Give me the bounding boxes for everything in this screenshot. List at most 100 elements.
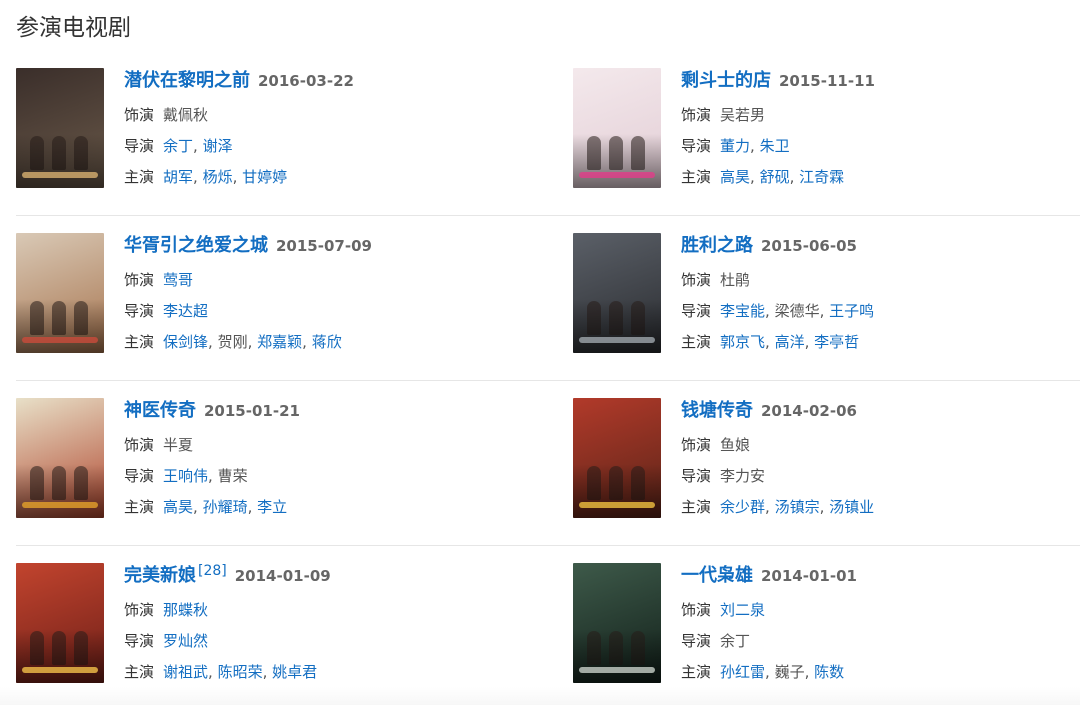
- release-date: 2015-06-05: [761, 237, 857, 255]
- person-link[interactable]: 郭京飞: [720, 333, 765, 351]
- series-poster[interactable]: [573, 398, 661, 518]
- person-link[interactable]: 谢泽: [203, 137, 233, 155]
- person-link[interactable]: 甘婷婷: [242, 168, 287, 186]
- person-link[interactable]: 孙耀琦: [203, 498, 248, 516]
- series-info: 钱塘传奇 2014-02-06 饰演 鱼娘 导演 李力安 主演 余少群, 汤镇宗, 汤镇业: [681, 398, 874, 523]
- role-line: 饰演 半夏: [124, 430, 300, 461]
- person-link[interactable]: 陈数: [814, 663, 844, 681]
- person-link[interactable]: 刘二泉: [720, 601, 765, 619]
- person-link[interactable]: 杨烁: [203, 168, 233, 186]
- series-item: 胜利之路 2015-06-05 饰演 杜鹃 导演 李宝能, 梁德华, 王子鸣 主演 郭京飞, …: [573, 233, 1080, 353]
- role-label: 饰演: [124, 601, 155, 619]
- series-poster[interactable]: [16, 563, 104, 683]
- series-info: 剩斗士的店 2015-11-11 饰演 吴若男 导演 董力, 朱卫 主演 高昊, 舒砚, 江奇…: [681, 68, 875, 193]
- poster-shade: [573, 299, 661, 353]
- poster-title-band: [22, 502, 98, 508]
- director-label: 导演: [124, 137, 155, 155]
- person-link[interactable]: 郑嘉颖: [257, 333, 302, 351]
- director-label: 导演: [124, 302, 155, 320]
- name-separator: ,: [302, 333, 312, 351]
- series-item: 完美新娘 [28] 2014-01-09 饰演 那蝶秋 导演 罗灿然 主演 谢祖武, 陈昭荣, …: [16, 563, 536, 683]
- person-link[interactable]: 余丁: [163, 137, 193, 155]
- poster-title-band: [22, 337, 98, 343]
- starring-line: 主演 郭京飞, 高洋, 李亭哲: [681, 327, 874, 358]
- name-separator: ,: [804, 333, 815, 351]
- series-info: 潜伏在黎明之前 2016-03-22 饰演 戴佩秋 导演 余丁, 谢泽 主演 胡军, 杨烁, …: [124, 68, 354, 193]
- tv-series-list: 潜伏在黎明之前 2016-03-22 饰演 戴佩秋 导演 余丁, 谢泽 主演 胡军, 杨烁, …: [16, 68, 1080, 727]
- series-title-link[interactable]: 神医传奇: [124, 400, 196, 421]
- person-link[interactable]: 莺哥: [163, 271, 193, 289]
- person-link[interactable]: 汤镇宗: [775, 498, 820, 516]
- poster-title-band: [579, 337, 655, 343]
- person-link[interactable]: 朱卫: [760, 137, 790, 155]
- series-poster[interactable]: [573, 233, 661, 353]
- series-title-link[interactable]: 剩斗士的店: [681, 70, 771, 91]
- person-link[interactable]: 余少群: [720, 498, 765, 516]
- person-link[interactable]: 王响伟: [163, 467, 208, 485]
- person-link[interactable]: 李达超: [163, 302, 208, 320]
- series-title-link[interactable]: 一代枭雄: [681, 565, 753, 586]
- person-link[interactable]: 谢祖武: [163, 663, 208, 681]
- poster-shade: [16, 299, 104, 353]
- person-link[interactable]: 高昊: [720, 168, 750, 186]
- poster-shade: [16, 629, 104, 683]
- poster-title-band: [579, 667, 655, 673]
- series-poster[interactable]: [573, 563, 661, 683]
- person-link[interactable]: 汤镇业: [829, 498, 874, 516]
- person-link[interactable]: 陈昭荣: [218, 663, 263, 681]
- person-link[interactable]: 高昊: [163, 498, 193, 516]
- name-separator: ,: [765, 663, 775, 681]
- series-row: 华胥引之绝爱之城 2015-07-09 饰演 莺哥 导演 李达超 主演 保剑锋, 贺刚, 郑嘉…: [16, 233, 1080, 381]
- person-link[interactable]: 孙红雷: [720, 663, 765, 681]
- person-link[interactable]: 保剑锋: [163, 333, 208, 351]
- star-label: 主演: [124, 498, 155, 516]
- role-label: 饰演: [124, 106, 155, 124]
- series-title-link[interactable]: 华胥引之绝爱之城: [124, 235, 268, 256]
- poster-title-band: [22, 667, 98, 673]
- person-link[interactable]: 那蝶秋: [163, 601, 208, 619]
- star-label: 主演: [124, 333, 155, 351]
- series-poster[interactable]: [16, 398, 104, 518]
- name-separator: ,: [804, 663, 815, 681]
- series-title-link[interactable]: 胜利之路: [681, 235, 753, 256]
- name-separator: ,: [208, 663, 218, 681]
- series-poster[interactable]: [16, 233, 104, 353]
- person-link[interactable]: 舒砚: [760, 168, 790, 186]
- person-name: 戴佩秋: [163, 106, 209, 124]
- person-name: 梁德华: [774, 302, 820, 320]
- person-link[interactable]: 李亭哲: [814, 333, 859, 351]
- poster-title-band: [579, 172, 655, 178]
- person-link[interactable]: 李立: [257, 498, 287, 516]
- release-date: 2016-03-22: [258, 72, 354, 90]
- person-name: 杜鹃: [720, 271, 751, 289]
- role-label: 饰演: [681, 601, 712, 619]
- person-name: 贺刚: [217, 333, 248, 351]
- series-poster[interactable]: [16, 68, 104, 188]
- citation-link[interactable]: [28]: [198, 563, 227, 579]
- person-link[interactable]: 李宝能: [720, 302, 765, 320]
- person-link[interactable]: 董力: [720, 137, 750, 155]
- person-link[interactable]: 江奇霖: [799, 168, 844, 186]
- series-info: 胜利之路 2015-06-05 饰演 杜鹃 导演 李宝能, 梁德华, 王子鸣 主演 郭京飞, …: [681, 233, 874, 358]
- name-separator: ,: [193, 498, 203, 516]
- person-link[interactable]: 高洋: [775, 333, 805, 351]
- series-info: 华胥引之绝爱之城 2015-07-09 饰演 莺哥 导演 李达超 主演 保剑锋, 贺刚, 郑嘉…: [124, 233, 372, 358]
- series-title-link[interactable]: 完美新娘: [124, 565, 196, 586]
- section-title: 参演电视剧: [16, 15, 131, 41]
- person-link[interactable]: 胡军: [163, 168, 193, 186]
- director-line: 导演 李达超: [124, 296, 372, 327]
- person-name: 曹荣: [217, 467, 248, 485]
- starring-line: 主演 胡军, 杨烁, 甘婷婷: [124, 162, 354, 193]
- series-heading: 完美新娘 [28] 2014-01-09: [124, 563, 331, 589]
- starring-line: 主演 高昊, 孙耀琦, 李立: [124, 492, 300, 523]
- series-title-link[interactable]: 潜伏在黎明之前: [124, 70, 250, 91]
- series-poster[interactable]: [573, 68, 661, 188]
- poster-shade: [16, 464, 104, 518]
- person-link[interactable]: 蒋欣: [312, 333, 342, 351]
- person-link[interactable]: 罗灿然: [163, 632, 208, 650]
- role-line: 饰演 那蝶秋: [124, 595, 331, 626]
- person-link[interactable]: 姚卓君: [272, 663, 317, 681]
- name-separator: ,: [750, 137, 760, 155]
- series-title-link[interactable]: 钱塘传奇: [681, 400, 753, 421]
- person-link[interactable]: 王子鸣: [829, 302, 874, 320]
